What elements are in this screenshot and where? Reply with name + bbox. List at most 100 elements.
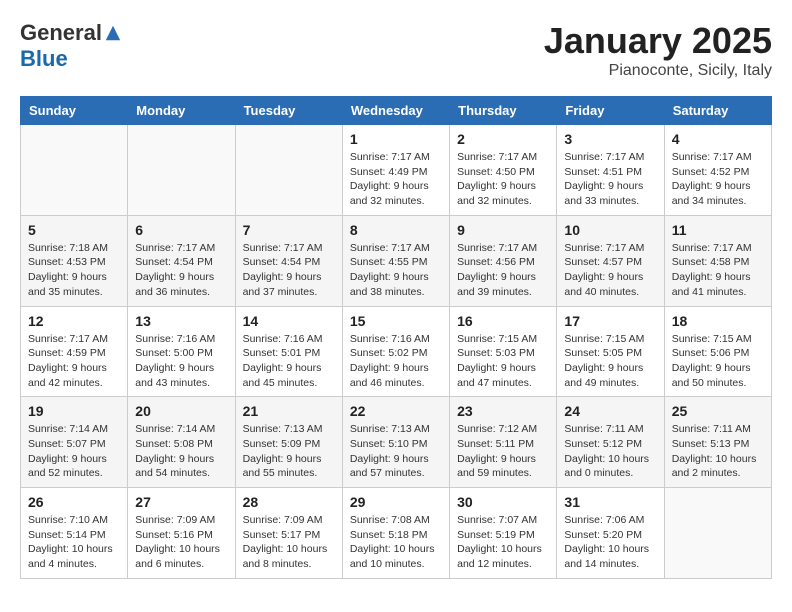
day-info: Sunrise: 7:17 AM Sunset: 4:58 PM Dayligh… bbox=[672, 241, 764, 300]
day-number: 15 bbox=[350, 313, 442, 329]
day-info: Sunrise: 7:13 AM Sunset: 5:09 PM Dayligh… bbox=[243, 422, 335, 481]
table-row: 2 Sunrise: 7:17 AM Sunset: 4:50 PM Daylig… bbox=[450, 125, 557, 216]
table-row: 29 Sunrise: 7:08 AM Sunset: 5:18 PM Dayli… bbox=[342, 488, 449, 579]
table-row: 5 Sunrise: 7:18 AM Sunset: 4:53 PM Daylig… bbox=[21, 215, 128, 306]
day-info: Sunrise: 7:15 AM Sunset: 5:03 PM Dayligh… bbox=[457, 332, 549, 391]
header-saturday: Saturday bbox=[664, 97, 771, 125]
day-number: 17 bbox=[564, 313, 656, 329]
day-info: Sunrise: 7:18 AM Sunset: 4:53 PM Dayligh… bbox=[28, 241, 120, 300]
table-row: 27 Sunrise: 7:09 AM Sunset: 5:16 PM Dayli… bbox=[128, 488, 235, 579]
table-row: 20 Sunrise: 7:14 AM Sunset: 5:08 PM Dayli… bbox=[128, 397, 235, 488]
day-info: Sunrise: 7:17 AM Sunset: 4:52 PM Dayligh… bbox=[672, 150, 764, 209]
day-info: Sunrise: 7:17 AM Sunset: 4:54 PM Dayligh… bbox=[243, 241, 335, 300]
table-row: 14 Sunrise: 7:16 AM Sunset: 5:01 PM Dayli… bbox=[235, 306, 342, 397]
table-row: 16 Sunrise: 7:15 AM Sunset: 5:03 PM Dayli… bbox=[450, 306, 557, 397]
day-number: 31 bbox=[564, 494, 656, 510]
day-info: Sunrise: 7:17 AM Sunset: 4:55 PM Dayligh… bbox=[350, 241, 442, 300]
day-number: 5 bbox=[28, 222, 120, 238]
table-row: 25 Sunrise: 7:11 AM Sunset: 5:13 PM Dayli… bbox=[664, 397, 771, 488]
day-info: Sunrise: 7:14 AM Sunset: 5:08 PM Dayligh… bbox=[135, 422, 227, 481]
table-row: 11Sunrise: 7:17 AM Sunset: 4:58 PM Dayli… bbox=[664, 215, 771, 306]
day-number: 6 bbox=[135, 222, 227, 238]
table-row: 31 Sunrise: 7:06 AM Sunset: 5:20 PM Dayli… bbox=[557, 488, 664, 579]
day-number: 16 bbox=[457, 313, 549, 329]
table-row: 12Sunrise: 7:17 AM Sunset: 4:59 PM Dayli… bbox=[21, 306, 128, 397]
day-info: Sunrise: 7:16 AM Sunset: 5:02 PM Dayligh… bbox=[350, 332, 442, 391]
calendar-title: January 2025 bbox=[544, 20, 772, 62]
day-info: Sunrise: 7:17 AM Sunset: 4:57 PM Dayligh… bbox=[564, 241, 656, 300]
day-number: 2 bbox=[457, 131, 549, 147]
day-number: 29 bbox=[350, 494, 442, 510]
calendar-subtitle: Pianoconte, Sicily, Italy bbox=[544, 62, 772, 80]
day-number: 10 bbox=[564, 222, 656, 238]
day-info: Sunrise: 7:11 AM Sunset: 5:12 PM Dayligh… bbox=[564, 422, 656, 481]
table-row: 23 Sunrise: 7:12 AM Sunset: 5:11 PM Dayli… bbox=[450, 397, 557, 488]
day-info: Sunrise: 7:10 AM Sunset: 5:14 PM Dayligh… bbox=[28, 513, 120, 572]
day-number: 13 bbox=[135, 313, 227, 329]
table-row: 4 Sunrise: 7:17 AM Sunset: 4:52 PM Daylig… bbox=[664, 125, 771, 216]
day-info: Sunrise: 7:15 AM Sunset: 5:05 PM Dayligh… bbox=[564, 332, 656, 391]
day-info: Sunrise: 7:12 AM Sunset: 5:11 PM Dayligh… bbox=[457, 422, 549, 481]
day-number: 30 bbox=[457, 494, 549, 510]
day-info: Sunrise: 7:09 AM Sunset: 5:16 PM Dayligh… bbox=[135, 513, 227, 572]
day-number: 28 bbox=[243, 494, 335, 510]
table-row: 10 Sunrise: 7:17 AM Sunset: 4:57 PM Dayli… bbox=[557, 215, 664, 306]
day-info: Sunrise: 7:16 AM Sunset: 5:00 PM Dayligh… bbox=[135, 332, 227, 391]
table-row: 30 Sunrise: 7:07 AM Sunset: 5:19 PM Dayli… bbox=[450, 488, 557, 579]
header-thursday: Thursday bbox=[450, 97, 557, 125]
title-block: January 2025 Pianoconte, Sicily, Italy bbox=[544, 20, 772, 80]
table-row: 15 Sunrise: 7:16 AM Sunset: 5:02 PM Dayli… bbox=[342, 306, 449, 397]
header-sunday: Sunday bbox=[21, 97, 128, 125]
table-row bbox=[664, 488, 771, 579]
day-number: 27 bbox=[135, 494, 227, 510]
logo-icon bbox=[104, 24, 122, 42]
day-number: 26 bbox=[28, 494, 120, 510]
day-info: Sunrise: 7:11 AM Sunset: 5:13 PM Dayligh… bbox=[672, 422, 764, 481]
day-number: 18 bbox=[672, 313, 764, 329]
calendar-header: Sunday Monday Tuesday Wednesday Thursday… bbox=[21, 97, 772, 125]
page-header: General Blue January 2025 Pianoconte, Si… bbox=[20, 20, 772, 80]
table-row: 1 Sunrise: 7:17 AM Sunset: 4:49 PM Daylig… bbox=[342, 125, 449, 216]
day-info: Sunrise: 7:17 AM Sunset: 4:56 PM Dayligh… bbox=[457, 241, 549, 300]
day-number: 20 bbox=[135, 403, 227, 419]
day-info: Sunrise: 7:17 AM Sunset: 4:51 PM Dayligh… bbox=[564, 150, 656, 209]
table-row bbox=[235, 125, 342, 216]
day-info: Sunrise: 7:17 AM Sunset: 4:50 PM Dayligh… bbox=[457, 150, 549, 209]
day-number: 22 bbox=[350, 403, 442, 419]
table-row: 18 Sunrise: 7:15 AM Sunset: 5:06 PM Dayli… bbox=[664, 306, 771, 397]
day-number: 3 bbox=[564, 131, 656, 147]
day-number: 4 bbox=[672, 131, 764, 147]
table-row: 3 Sunrise: 7:17 AM Sunset: 4:51 PM Daylig… bbox=[557, 125, 664, 216]
table-row: 9 Sunrise: 7:17 AM Sunset: 4:56 PM Daylig… bbox=[450, 215, 557, 306]
header-friday: Friday bbox=[557, 97, 664, 125]
day-number: 14 bbox=[243, 313, 335, 329]
day-info: Sunrise: 7:17 AM Sunset: 4:49 PM Dayligh… bbox=[350, 150, 442, 209]
day-info: Sunrise: 7:15 AM Sunset: 5:06 PM Dayligh… bbox=[672, 332, 764, 391]
table-row: 19Sunrise: 7:14 AM Sunset: 5:07 PM Dayli… bbox=[21, 397, 128, 488]
day-number: 1 bbox=[350, 131, 442, 147]
day-info: Sunrise: 7:16 AM Sunset: 5:01 PM Dayligh… bbox=[243, 332, 335, 391]
logo: General Blue bbox=[20, 20, 122, 72]
day-info: Sunrise: 7:13 AM Sunset: 5:10 PM Dayligh… bbox=[350, 422, 442, 481]
table-row: 6 Sunrise: 7:17 AM Sunset: 4:54 PM Daylig… bbox=[128, 215, 235, 306]
table-row: 8 Sunrise: 7:17 AM Sunset: 4:55 PM Daylig… bbox=[342, 215, 449, 306]
table-row: 24 Sunrise: 7:11 AM Sunset: 5:12 PM Dayli… bbox=[557, 397, 664, 488]
table-row bbox=[21, 125, 128, 216]
table-row: 22 Sunrise: 7:13 AM Sunset: 5:10 PM Dayli… bbox=[342, 397, 449, 488]
day-number: 23 bbox=[457, 403, 549, 419]
header-wednesday: Wednesday bbox=[342, 97, 449, 125]
day-info: Sunrise: 7:07 AM Sunset: 5:19 PM Dayligh… bbox=[457, 513, 549, 572]
day-number: 24 bbox=[564, 403, 656, 419]
table-row: 28Sunrise: 7:09 AM Sunset: 5:17 PM Dayli… bbox=[235, 488, 342, 579]
day-number: 25 bbox=[672, 403, 764, 419]
day-number: 21 bbox=[243, 403, 335, 419]
logo-blue-text: Blue bbox=[20, 46, 68, 72]
day-number: 9 bbox=[457, 222, 549, 238]
day-info: Sunrise: 7:17 AM Sunset: 4:54 PM Dayligh… bbox=[135, 241, 227, 300]
table-row bbox=[128, 125, 235, 216]
day-info: Sunrise: 7:08 AM Sunset: 5:18 PM Dayligh… bbox=[350, 513, 442, 572]
header-tuesday: Tuesday bbox=[235, 97, 342, 125]
calendar-table: Sunday Monday Tuesday Wednesday Thursday… bbox=[20, 96, 772, 579]
day-number: 8 bbox=[350, 222, 442, 238]
day-info: Sunrise: 7:06 AM Sunset: 5:20 PM Dayligh… bbox=[564, 513, 656, 572]
